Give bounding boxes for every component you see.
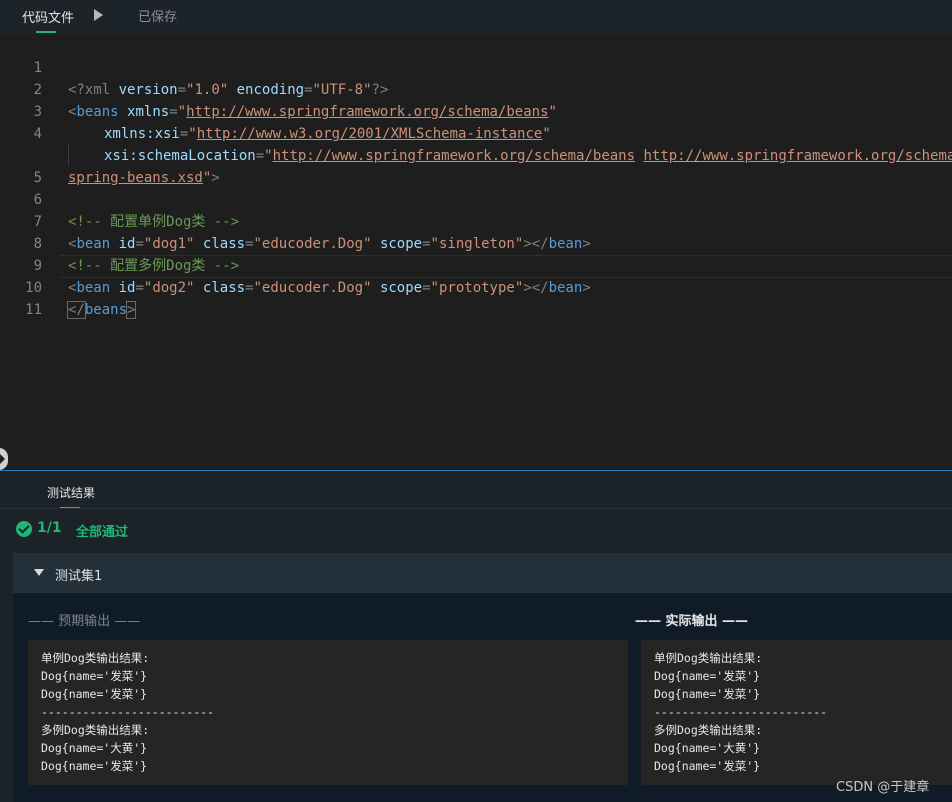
play-icon[interactable]	[94, 9, 103, 21]
expected-output-title: —— 预期输出 ——	[28, 614, 141, 629]
test-results-panel: 测试结果 1/1 全部通过 测试集1 —— 预期输出 —— —— 实际输出 ——…	[0, 471, 952, 802]
output-line: -------------------------	[41, 705, 215, 719]
code-line[interactable]: 6 <!-- 配置单例Dog类 -->	[0, 167, 952, 230]
code-line-current[interactable]: 10 </beans>	[0, 255, 952, 319]
code-line[interactable]: 8 <!-- 配置多例Dog类 -->	[0, 211, 952, 274]
watermark: CSDN @于建章	[836, 780, 930, 795]
output-line: Dog{name='发菜'}	[654, 687, 761, 701]
code-line[interactable]: 9 <bean id="dog2" class="educoder.Dog" s…	[0, 233, 952, 296]
output-line: Dog{name='发菜'}	[41, 759, 148, 773]
tag-name: beans	[84, 302, 128, 318]
check-circle-icon	[16, 521, 32, 537]
output-line: 单例Dog类输出结果:	[654, 651, 763, 665]
tab-test-results[interactable]: 测试结果	[47, 484, 95, 501]
code-line-wrapped[interactable]: spring-beans.xsd">	[0, 123, 952, 186]
output-line: Dog{name='发菜'}	[654, 669, 761, 683]
output-line: Dog{name='发菜'}	[654, 759, 761, 773]
expected-output-box: 单例Dog类输出结果: Dog{name='发菜'} Dog{name='发菜'…	[28, 640, 628, 785]
output-line: Dog{name='大黄'}	[654, 741, 761, 755]
pass-count: 1/1	[37, 520, 62, 536]
code-line[interactable]: 3 xmlns:xsi="http://www.w3.org/2001/XMLS…	[0, 79, 952, 142]
divider	[0, 508, 952, 509]
actual-output-box: 单例Dog类输出结果: Dog{name='发菜'} Dog{name='发菜'…	[641, 640, 952, 785]
tag-open: </	[67, 301, 86, 319]
line-number: 11	[25, 302, 42, 318]
pass-status: 全部通过	[76, 525, 129, 540]
test-suite-body: —— 预期输出 —— —— 实际输出 —— 单例Dog类输出结果: Dog{na…	[13, 593, 952, 802]
code-editor[interactable]: 1 <?xml version="1.0" encoding="UTF-8"?>…	[0, 34, 952, 470]
tab-active-indicator	[36, 31, 56, 33]
code-line[interactable]: 11	[0, 277, 952, 318]
output-line: 多例Dog类输出结果:	[654, 723, 763, 737]
output-line: -------------------------	[654, 705, 828, 719]
output-line: 多例Dog类输出结果:	[41, 723, 150, 737]
test-suite-header[interactable]: 测试集1	[13, 553, 952, 593]
code-line[interactable]: 4 xsi:schemaLocation="http://www.springf…	[0, 101, 952, 164]
code-line[interactable]: 5	[0, 145, 952, 186]
caret-down-icon[interactable]	[34, 569, 44, 576]
editor-toolbar: 代码文件 已保存	[0, 0, 952, 34]
tab-code-file[interactable]: 代码文件	[22, 7, 74, 26]
code-line[interactable]: 7 <bean id="dog1" class="educoder.Dog" s…	[0, 189, 952, 252]
test-suite-title: 测试集1	[55, 569, 103, 584]
tag-close: >	[125, 301, 137, 319]
code-line[interactable]: 1 <?xml version="1.0" encoding="UTF-8"?>	[0, 35, 952, 98]
actual-output-title: —— 实际输出 ——	[635, 614, 749, 629]
output-line: Dog{name='发菜'}	[41, 687, 148, 701]
output-line: Dog{name='大黄'}	[41, 741, 148, 755]
output-line: Dog{name='发菜'}	[41, 669, 148, 683]
saved-status: 已保存	[138, 10, 178, 25]
expand-handle-icon[interactable]	[0, 448, 8, 470]
output-line: 单例Dog类输出结果:	[41, 651, 150, 665]
code-line[interactable]: 2 <beans xmlns="http://www.springframewo…	[0, 57, 952, 120]
